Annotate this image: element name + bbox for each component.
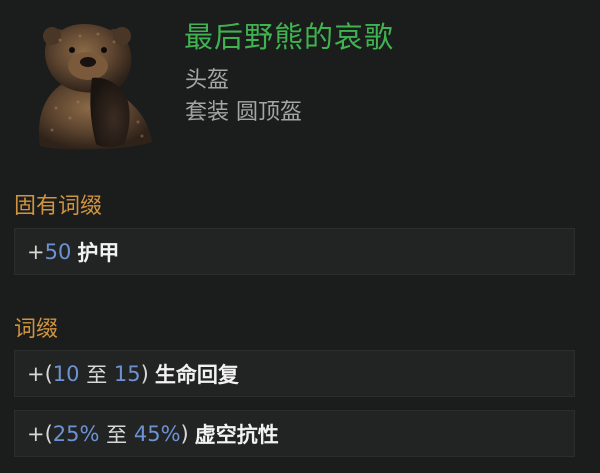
affix-max-value: 45% [133,421,181,446]
affix-min-value: 10 [52,361,80,386]
implicit-section-title: 固有词缀 [14,194,103,219]
affix-range-separator: 至 [106,422,128,447]
explicit-affix-row: +(10 至 15) 生命回复 [14,350,575,397]
item-set-line: 套装 圆顶盔 [185,100,302,125]
affix-value: 50 [44,239,72,264]
affix-max-value: 15 [113,361,141,386]
affix-prefix: + [27,239,45,264]
bear-head-helmet-icon [38,24,152,150]
item-tooltip: 最后野熊的哀歌 头盔 套装 圆顶盔 固有词缀 +50 护甲 词缀 +(10 至 1… [0,0,600,473]
item-name: 最后野熊的哀歌 [184,20,395,54]
affix-suffix: ) [140,361,149,386]
affix-range-separator: 至 [86,362,108,387]
explicit-affix-row: +(25% 至 45%) 虚空抗性 [14,410,575,457]
affix-stat-name: 虚空抗性 [194,422,279,447]
affix-suffix: ) [180,421,189,446]
explicit-section-title: 词缀 [14,317,59,342]
item-type: 头盔 [185,68,230,93]
affix-stat-name: 生命回复 [154,362,239,387]
affix-stat-name: 护甲 [77,240,120,265]
implicit-affix-row: +50 护甲 [14,228,575,275]
affix-min-value: 25% [52,421,100,446]
affix-prefix: +( [27,361,53,386]
affix-prefix: +( [27,421,53,446]
item-header: 最后野熊的哀歌 头盔 套装 圆顶盔 [0,0,600,170]
